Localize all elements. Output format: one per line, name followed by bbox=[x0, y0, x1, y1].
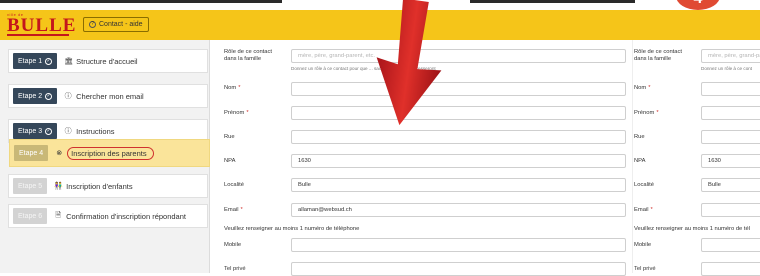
email-input-right[interactable] bbox=[701, 203, 760, 217]
step-5-badge-label: Etape 5 bbox=[18, 182, 43, 190]
rue-input[interactable] bbox=[291, 130, 626, 144]
role-label-right: Rôle de ce contact dans la famille bbox=[634, 49, 682, 63]
mobile-input[interactable] bbox=[291, 238, 626, 252]
step-3-badge: Etape 3 ✓ bbox=[13, 123, 58, 139]
step-1-badge: Etape 1 ✓ bbox=[13, 53, 58, 69]
npa-label: NPA bbox=[224, 158, 236, 164]
mobile-label: Mobile bbox=[224, 242, 242, 248]
telprive-label: Tel privé bbox=[224, 266, 246, 272]
step-3-label: Instructions bbox=[76, 126, 115, 136]
npa-input-right[interactable]: 1630 bbox=[701, 154, 760, 168]
email-input[interactable]: allaman@websud.ch bbox=[291, 203, 626, 217]
npa-label-right: NPA bbox=[634, 158, 646, 164]
building-icon: 🏛 bbox=[64, 58, 74, 65]
mobile-input-right[interactable] bbox=[701, 238, 760, 252]
phone-notice: Veuillez renseigner au moins 1 numéro de… bbox=[224, 226, 360, 232]
step-4-label: Inscription des parents bbox=[67, 146, 154, 160]
role-label-right-line2: dans la famille bbox=[634, 56, 672, 62]
info-circle-icon: ⓘ bbox=[64, 93, 72, 100]
check-circle-icon: ✓ bbox=[45, 127, 53, 135]
contact-help-label: Contact - aide bbox=[99, 21, 143, 28]
step-1-label: Structure d'accueil bbox=[76, 56, 138, 66]
mobile-label-right: Mobile bbox=[634, 242, 652, 248]
annotation-arrow-icon bbox=[376, 0, 442, 126]
nom-label: Nom * bbox=[224, 85, 241, 91]
step-5: Etape 5 👫 Inscription d'enfants bbox=[8, 174, 208, 198]
rue-label-right: Rue bbox=[634, 134, 645, 140]
children-icon: 👫 bbox=[54, 183, 63, 190]
step-6-badge-label: Etape 6 bbox=[18, 212, 43, 220]
telprive-input[interactable] bbox=[291, 262, 626, 276]
step-2[interactable]: Etape 2 ✓ ⓘ Chercher mon email bbox=[8, 84, 208, 108]
check-circle-icon: ✓ bbox=[45, 57, 53, 65]
step-1[interactable]: Etape 1 ✓ 🏛 Structure d'accueil bbox=[8, 49, 208, 73]
step-number-text: 4 bbox=[694, 0, 703, 7]
step-4-badge-label: Etape 4 bbox=[19, 149, 44, 157]
document-icon: 🗎 bbox=[55, 211, 61, 219]
question-circle-icon: ? bbox=[89, 21, 96, 28]
role-label-line1: Rôle de ce contact bbox=[224, 49, 273, 55]
nom-label-right: Nom * bbox=[634, 85, 651, 91]
role-label: Rôle de ce contact dans la famille bbox=[224, 49, 272, 63]
step-6-label: Confirmation d'inscription répondant bbox=[66, 211, 186, 221]
step-1-badge-label: Etape 1 bbox=[18, 57, 43, 65]
role-label-line2: dans la famille bbox=[224, 56, 262, 62]
step-4[interactable]: Etape 4 ⊗ Inscription des parents bbox=[9, 139, 210, 167]
localite-label: Localité bbox=[224, 182, 244, 188]
role-label-right-line1: Rôle de ce contact bbox=[634, 49, 683, 55]
rue-input-right[interactable] bbox=[701, 130, 760, 144]
role-input[interactable]: mère, père, grand-parent, etc. bbox=[291, 49, 626, 63]
localite-label-right: Localité bbox=[634, 182, 654, 188]
prenom-label: Prénom * bbox=[224, 110, 249, 116]
prenom-label-right-text: Prénom bbox=[634, 110, 655, 116]
email-label-right: Email * bbox=[634, 207, 653, 213]
role-input-right[interactable]: mère, père, grand-parent bbox=[701, 49, 760, 63]
step-2-badge-label: Etape 2 bbox=[18, 92, 43, 100]
telprive-input-right[interactable] bbox=[701, 262, 760, 276]
rue-label: Rue bbox=[224, 134, 235, 140]
step-6-badge: Etape 6 bbox=[13, 208, 48, 224]
form-column-divider bbox=[632, 40, 633, 273]
telprive-label-right: Tel privé bbox=[634, 266, 656, 272]
prenom-label-text: Prénom bbox=[224, 110, 245, 116]
step-2-badge: Etape 2 ✓ bbox=[13, 88, 58, 104]
email-label-text: Email bbox=[224, 207, 239, 213]
step-5-label: Inscription d'enfants bbox=[66, 181, 133, 191]
localite-input-right[interactable]: Bulle bbox=[701, 178, 760, 192]
email-label-right-text: Email bbox=[634, 207, 649, 213]
npa-input[interactable]: 1630 bbox=[291, 154, 626, 168]
check-circle-icon: ✓ bbox=[45, 92, 53, 100]
phone-notice-right: Veuillez renseigner au moins 1 numéro de… bbox=[634, 226, 751, 232]
step-5-badge: Etape 5 bbox=[13, 178, 48, 194]
contact-help-button[interactable]: ? Contact - aide bbox=[83, 17, 149, 32]
step-6: Etape 6 🗎 Confirmation d'inscription rép… bbox=[8, 204, 208, 228]
step-number-badge: 4 bbox=[676, 0, 720, 10]
step-4-badge: Etape 4 bbox=[14, 145, 49, 161]
logo-underline bbox=[7, 34, 69, 36]
role-help-text-right: Donnez un rôle à ce cont bbox=[701, 66, 753, 71]
step-3-badge-label: Etape 3 bbox=[18, 127, 43, 135]
top-strip-dark-left bbox=[0, 0, 282, 3]
nom-label-text: Nom bbox=[224, 85, 237, 91]
prenom-label-right: Prénom * bbox=[634, 110, 659, 116]
bulle-logo[interactable]: ville de BULLE bbox=[7, 12, 75, 38]
steps-sidebar: Etape 1 ✓ 🏛 Structure d'accueil Etape 2 … bbox=[0, 40, 210, 273]
step-2-label: Chercher mon email bbox=[76, 91, 144, 101]
nom-label-right-text: Nom bbox=[634, 85, 647, 91]
prenom-input[interactable] bbox=[291, 106, 626, 120]
info-circle-icon: ⓘ bbox=[64, 128, 72, 135]
top-strip-dark-right bbox=[470, 0, 635, 3]
localite-input[interactable]: Bulle bbox=[291, 178, 626, 192]
nom-input[interactable] bbox=[291, 82, 626, 96]
close-circle-icon: ⊗ bbox=[56, 150, 63, 157]
nom-input-right[interactable] bbox=[701, 82, 760, 96]
prenom-input-right[interactable] bbox=[701, 106, 760, 120]
email-label: Email * bbox=[224, 207, 243, 213]
